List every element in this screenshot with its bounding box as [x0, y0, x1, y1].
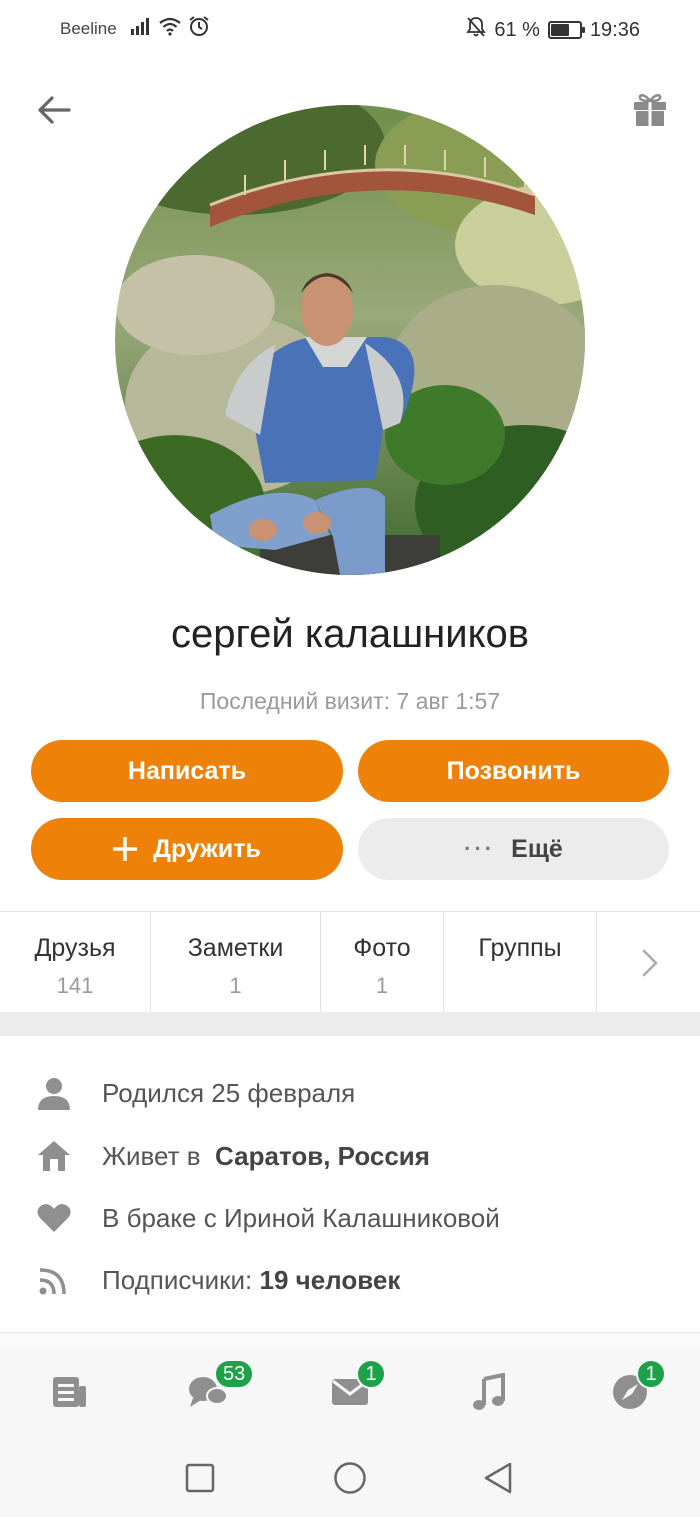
tab-label: Фото: [353, 934, 411, 962]
messages-badge: 1: [356, 1359, 386, 1389]
tab-groups[interactable]: Группы: [444, 912, 597, 1012]
tab-count: 1: [229, 973, 242, 998]
recent-apps-button[interactable]: [182, 1460, 218, 1496]
arrow-left-icon: [38, 96, 71, 124]
nav-discussions[interactable]: 53: [186, 1359, 255, 1412]
signal-icon: [130, 16, 152, 41]
tab-photos[interactable]: Фото 1: [321, 912, 444, 1012]
heart-icon: [36, 1200, 72, 1236]
carrier-name: Beeline: [60, 19, 117, 38]
profile-tabs: Друзья 141 Заметки 1 Фото 1 Группы: [0, 912, 700, 1012]
write-message-button[interactable]: Написать: [31, 740, 343, 802]
status-bar: Beeline 61 % 19:36: [0, 0, 700, 56]
tab-label: Группы: [478, 934, 562, 962]
info-birthday: Родился 25 февраля: [0, 1073, 700, 1113]
info-residence[interactable]: Живет в Саратов, Россия: [0, 1136, 700, 1176]
tab-notes[interactable]: Заметки 1: [151, 912, 321, 1012]
square-icon: [185, 1463, 215, 1493]
feed-icon: [53, 1377, 86, 1407]
info-subscribers[interactable]: Подписчики: 19 человек: [0, 1260, 700, 1300]
bottom-navigation: 53 1 1: [0, 1346, 700, 1438]
section-separator: [0, 1012, 700, 1036]
write-message-label: Написать: [127, 756, 247, 785]
tab-label: Заметки: [187, 934, 284, 962]
birthday-text: Родился 25 февраля: [102, 1077, 356, 1108]
gift-icon: [634, 94, 666, 126]
system-back-button[interactable]: [480, 1460, 516, 1496]
last-visit: Последний визит: 7 авг 1:57: [199, 688, 501, 714]
add-friend-label: Дружить: [153, 834, 261, 863]
call-button[interactable]: Позвонить: [358, 740, 669, 802]
subscribers-text: Подписчики: 19 человек: [102, 1265, 400, 1296]
residence-city[interactable]: Саратов, Россия: [215, 1141, 430, 1171]
nav-discover[interactable]: 1: [608, 1359, 666, 1412]
tab-label: Друзья: [34, 934, 116, 962]
residence-prefix: Живет в: [102, 1140, 201, 1171]
triangle-back-icon: [484, 1462, 512, 1494]
tab-friends[interactable]: Друзья 141: [0, 912, 151, 1012]
profile-name: сергей калашников: [170, 612, 530, 656]
marriage-text: В браке с Ириной Калашниковой: [102, 1202, 500, 1233]
nav-feed[interactable]: [48, 1372, 92, 1412]
battery-icon: [547, 21, 585, 39]
info-marriage[interactable]: В браке с Ириной Калашниковой: [0, 1198, 700, 1238]
battery-percent: 61 %: [494, 18, 540, 41]
divider: [0, 1332, 700, 1346]
chevron-right-icon: [642, 949, 658, 977]
nav-messages[interactable]: 1: [328, 1359, 386, 1412]
add-friend-button[interactable]: Дружить: [31, 818, 343, 880]
home-icon: [36, 1138, 72, 1174]
circle-icon: [334, 1462, 366, 1494]
plus-icon: [113, 837, 138, 861]
gift-button[interactable]: [630, 88, 670, 130]
back-button[interactable]: [34, 90, 74, 130]
tab-count: 1: [375, 973, 389, 998]
music-note-icon: [473, 1373, 505, 1410]
nav-music[interactable]: [467, 1372, 511, 1412]
wifi-icon: [158, 16, 182, 41]
more-label: Ещё: [511, 834, 563, 863]
subscribers-prefix: Подписчики:: [102, 1264, 253, 1295]
alarm-icon: [188, 15, 210, 42]
discussions-badge: 53: [214, 1359, 255, 1389]
rss-icon: [36, 1262, 72, 1298]
system-navigation-bar: [0, 1438, 700, 1517]
subscribers-count: 19 человек: [259, 1264, 401, 1295]
home-button[interactable]: [332, 1460, 368, 1496]
residence-text: Живет в Саратов, Россия: [102, 1141, 430, 1172]
person-icon: [36, 1075, 72, 1111]
more-dots-icon: ···: [464, 836, 496, 861]
mute-notifications-icon: [466, 16, 487, 44]
more-button[interactable]: ··· Ещё: [358, 818, 669, 880]
clock: 19:36: [589, 18, 640, 41]
tab-count: 141: [56, 973, 94, 998]
profile-avatar[interactable]: [115, 105, 585, 575]
tabs-scroll-right-button[interactable]: [640, 948, 660, 978]
call-label: Позвонить: [446, 756, 581, 785]
discover-badge: 1: [636, 1359, 666, 1389]
